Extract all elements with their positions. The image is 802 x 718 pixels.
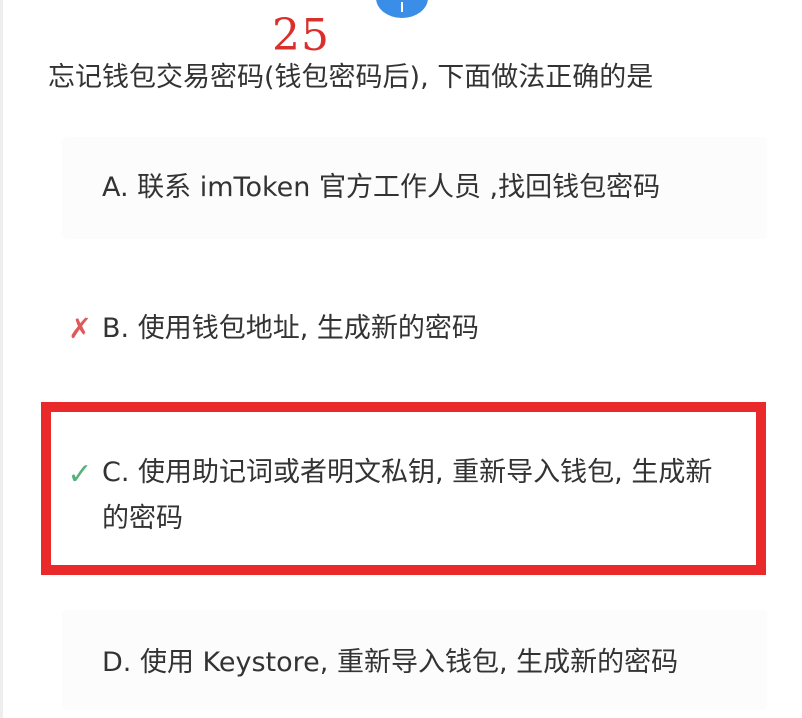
option-d-label: D. 使用 Keystore, 重新导入钱包, 生成新的密码 xyxy=(102,647,679,678)
top-plus-button[interactable] xyxy=(376,0,428,18)
quiz-page: 25 忘记钱包交易密码(钱包密码后), 下面做法正确的是 A. 联系 imTok… xyxy=(0,0,802,718)
plus-icon xyxy=(401,2,403,12)
option-b[interactable]: ✗ B. 使用钱包地址, 生成新的密码 xyxy=(62,278,767,380)
check-icon: ✓ xyxy=(67,457,93,492)
option-d[interactable]: D. 使用 Keystore, 重新导入钱包, 生成新的密码 xyxy=(62,610,767,710)
question-text: 忘记钱包交易密码(钱包密码后), 下面做法正确的是 xyxy=(48,62,654,93)
option-c-label: C. 使用助记词或者明文私钥, 重新导入钱包, 生成新的密码 xyxy=(102,457,713,534)
left-divider xyxy=(0,0,3,718)
option-b-label: B. 使用钱包地址, 生成新的密码 xyxy=(102,313,479,344)
option-a[interactable]: A. 联系 imToken 官方工作人员 ,找回钱包密码 xyxy=(62,137,767,239)
cross-icon: ✗ xyxy=(68,312,92,345)
question-number: 25 xyxy=(272,10,330,61)
option-a-label: A. 联系 imToken 官方工作人员 ,找回钱包密码 xyxy=(102,172,661,203)
option-c[interactable]: ✓ C. 使用助记词或者明文私钥, 重新导入钱包, 生成新的密码 xyxy=(62,405,767,577)
